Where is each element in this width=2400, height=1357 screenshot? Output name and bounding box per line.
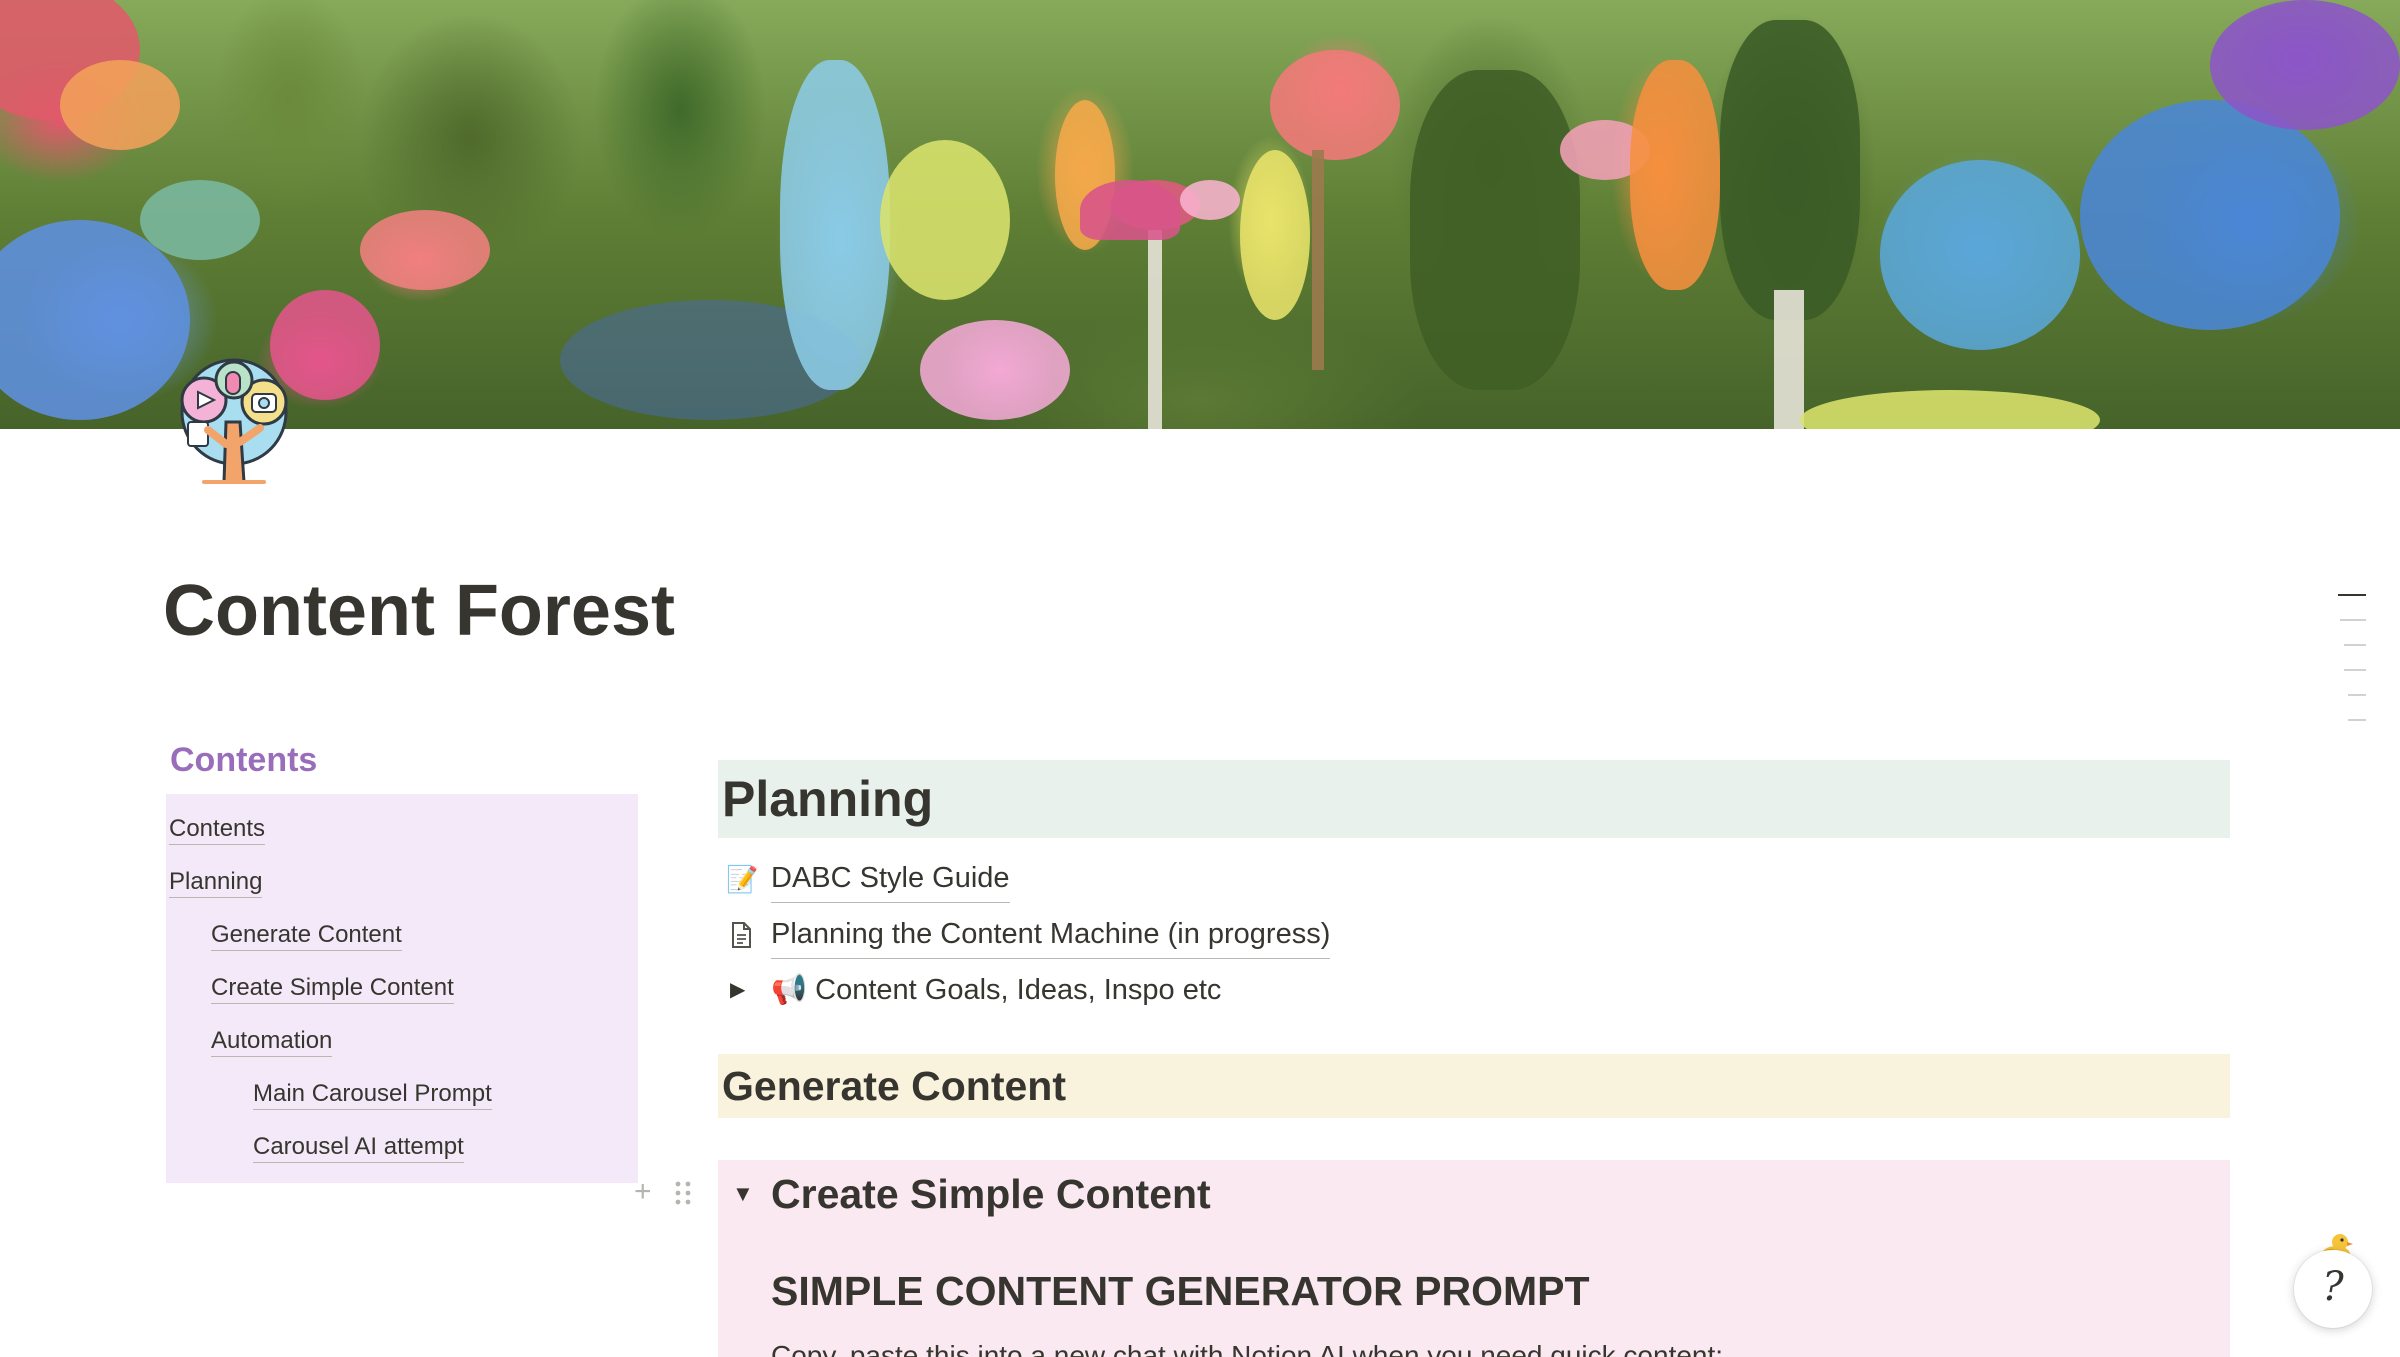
table-of-contents-column: Contents Contents Planning Generate Cont… [166,736,638,1183]
block-handles: + [634,1172,698,1212]
toc-item-carousel-ai-attempt[interactable]: Carousel AI attempt [166,1120,638,1173]
document-icon [732,922,751,948]
page-link-label[interactable]: DABC Style Guide [771,854,1010,903]
table-of-contents: Contents Planning Generate Content Creat… [166,794,638,1183]
create-simple-content-toggle: ▼ Create Simple Content SIMPLE CONTENT G… [718,1160,2230,1357]
help-button[interactable]: ? [2294,1250,2372,1328]
tree-page-icon[interactable] [164,352,304,492]
main-content-column: Planning 📝 DABC Style Guide Planning the… [718,760,2230,1357]
notion-page: Content Forest Contents Contents Plannin… [0,0,2400,1357]
toc-heading: Contents [170,741,318,779]
page-outline-markers[interactable] [2336,594,2366,744]
page-link-style-guide[interactable]: 📝 DABC Style Guide [718,850,2230,906]
outline-marker[interactable] [2338,594,2366,596]
toc-item-planning[interactable]: Planning [166,855,638,908]
help-icon: ? [2322,1264,2344,1310]
outline-marker[interactable] [2348,719,2366,721]
memo-icon: 📝 [726,864,759,894]
outline-marker[interactable] [2344,644,2366,646]
toggle-expanded-icon[interactable]: ▼ [732,1166,754,1222]
toggle-label: 📢 Content Goals, Ideas, Inspo etc [771,974,1222,1006]
toc-item-automation[interactable]: Automation [166,1014,638,1067]
toggle-heading-label: Create Simple Content [771,1171,1211,1217]
toggle-collapsed-icon[interactable]: ▶ [730,962,745,1018]
outline-marker[interactable] [2344,669,2366,671]
planning-heading[interactable]: Planning [718,760,2230,838]
toggle-content-goals[interactable]: ▶ 📢 Content Goals, Ideas, Inspo etc [718,962,2230,1018]
page-title[interactable]: Content Forest [163,566,675,656]
drag-handle-icon[interactable] [674,1180,692,1206]
add-block-icon[interactable]: + [634,1172,652,1212]
prompt-subheading[interactable]: SIMPLE CONTENT GENERATOR PROMPT [771,1268,1590,1315]
toc-item-create-simple-content[interactable]: Create Simple Content [166,961,638,1014]
megaphone-icon: 📢 [771,974,808,1006]
page-link-label[interactable]: Planning the Content Machine (in progres… [771,910,1331,959]
generate-content-heading[interactable]: Generate Content [718,1054,2230,1118]
prompt-instructions[interactable]: Copy, paste this into a new chat with No… [771,1340,1723,1357]
toc-item-generate-content[interactable]: Generate Content [166,908,638,961]
toc-item-main-carousel-prompt[interactable]: Main Carousel Prompt [166,1067,638,1120]
toc-item-contents[interactable]: Contents [166,802,638,855]
outline-marker[interactable] [2340,619,2366,621]
cover-image[interactable] [0,0,2400,429]
outline-marker[interactable] [2348,694,2366,696]
page-link-planning-content-machine[interactable]: Planning the Content Machine (in progres… [718,906,2230,962]
